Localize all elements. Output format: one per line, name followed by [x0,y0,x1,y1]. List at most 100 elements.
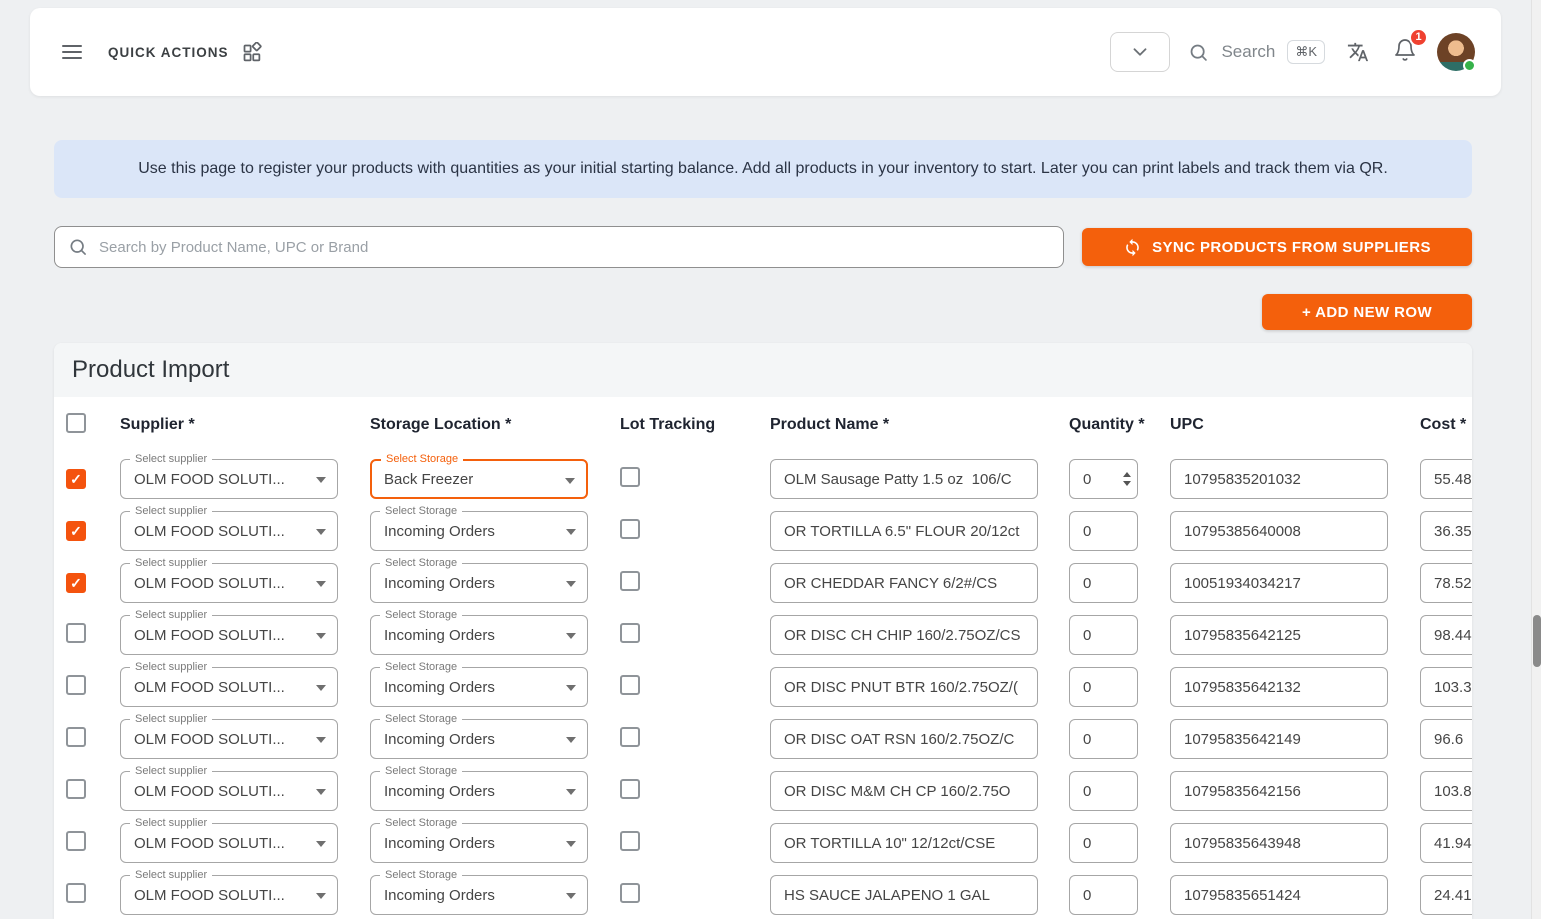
row-select-checkbox[interactable] [66,573,86,593]
lot-tracking-checkbox[interactable] [620,622,640,643]
search-shortcut-badge: ⌘K [1287,40,1325,64]
product-name-input[interactable] [770,667,1038,707]
product-name-input[interactable] [770,459,1038,499]
supplier-select[interactable]: Select supplier OLM FOOD SOLUTI... [120,504,338,551]
quantity-input[interactable] [1069,771,1138,811]
product-name-input[interactable] [770,875,1038,915]
upc-input[interactable] [1170,719,1388,759]
row-select-checkbox[interactable] [66,521,86,541]
table-row: Select supplier OLM FOOD SOLUTI... Selec… [54,556,1472,609]
cost-input[interactable] [1420,563,1472,603]
storage-select[interactable]: Select Storage Incoming Orders [370,504,588,551]
notifications-button[interactable]: 1 [1391,27,1428,69]
product-name-input[interactable] [770,823,1038,863]
supplier-select[interactable]: Select supplier OLM FOOD SOLUTI... [120,868,338,915]
hamburger-icon [62,45,82,59]
scrollbar-thumb[interactable] [1533,615,1541,667]
cost-input[interactable] [1420,719,1472,759]
lot-tracking-checkbox[interactable] [620,830,640,851]
select-all-checkbox[interactable] [66,412,86,433]
quantity-input[interactable] [1069,667,1138,707]
upc-input[interactable] [1170,511,1388,551]
product-name-input[interactable] [770,615,1038,655]
cost-input[interactable] [1420,615,1472,655]
supplier-select[interactable]: Select supplier OLM FOOD SOLUTI... [120,712,338,759]
lot-tracking-checkbox[interactable] [620,882,640,903]
quantity-input[interactable] [1069,719,1138,759]
upc-input[interactable] [1170,563,1388,603]
supplier-select[interactable]: Select supplier OLM FOOD SOLUTI... [120,608,338,655]
cost-input[interactable] [1420,875,1472,915]
row-select-checkbox[interactable] [66,622,86,643]
stepper-down-icon[interactable] [1123,481,1131,486]
topbar-dropdown-button[interactable] [1110,32,1171,72]
add-new-row-button[interactable]: + ADD NEW ROW [1262,294,1472,330]
row-select-checkbox[interactable] [66,674,86,695]
hamburger-menu-button[interactable] [56,36,88,68]
upc-input[interactable] [1170,823,1388,863]
quantity-input[interactable] [1069,615,1138,655]
storage-select-value: Incoming Orders [384,574,495,592]
table-header-row: Supplier * Storage Location * Lot Tracki… [54,397,1472,453]
lot-tracking-checkbox[interactable] [620,518,640,539]
quick-actions-button[interactable]: QUICK ACTIONS [108,41,262,63]
row-select-checkbox[interactable] [66,882,86,903]
quantity-stepper[interactable] [1123,472,1131,486]
lot-tracking-checkbox[interactable] [620,570,640,591]
supplier-select[interactable]: Select supplier OLM FOOD SOLUTI... [120,452,338,499]
lot-tracking-checkbox[interactable] [620,466,640,487]
product-name-input[interactable] [770,719,1038,759]
supplier-select[interactable]: Select supplier OLM FOOD SOLUTI... [120,764,338,811]
lot-tracking-checkbox[interactable] [620,778,640,799]
col-header-upc: UPC [1170,416,1204,433]
page-scrollbar[interactable] [1531,0,1541,919]
stepper-up-icon[interactable] [1123,472,1131,477]
lot-tracking-checkbox[interactable] [620,726,640,747]
quantity-input[interactable] [1069,511,1138,551]
storage-select[interactable]: Select Storage Incoming Orders [370,556,588,603]
quantity-input[interactable] [1069,875,1138,915]
avatar[interactable] [1437,33,1476,72]
product-name-input[interactable] [770,563,1038,603]
row-select-checkbox[interactable] [66,726,86,747]
row-select-checkbox[interactable] [66,469,86,489]
supplier-select[interactable]: Select supplier OLM FOOD SOLUTI... [120,660,338,707]
storage-select[interactable]: Select Storage Incoming Orders [370,712,588,759]
storage-select[interactable]: Select Storage Incoming Orders [370,608,588,655]
upc-input[interactable] [1170,771,1388,811]
cost-input[interactable] [1420,823,1472,863]
product-name-input[interactable] [770,771,1038,811]
storage-select[interactable]: Select Storage Incoming Orders [370,660,588,707]
storage-select[interactable]: Select Storage Incoming Orders [370,816,588,863]
upc-input[interactable] [1170,667,1388,707]
storage-select[interactable]: Select Storage Incoming Orders [370,764,588,811]
global-search-button[interactable]: Search ⌘K [1188,40,1325,64]
supplier-select[interactable]: Select supplier OLM FOOD SOLUTI... [120,556,338,603]
storage-select[interactable]: Select Storage Back Freezer [370,452,588,499]
cost-input[interactable] [1420,511,1472,551]
upc-input[interactable] [1170,875,1388,915]
quantity-input[interactable] [1069,563,1138,603]
row-select-checkbox[interactable] [66,778,86,799]
language-button[interactable] [1343,37,1373,67]
upc-input[interactable] [1170,615,1388,655]
info-banner: Use this page to register your products … [54,140,1472,198]
row-select-checkbox[interactable] [66,830,86,851]
lot-tracking-checkbox[interactable] [620,674,640,695]
upc-input[interactable] [1170,459,1388,499]
supplier-select-label: Select supplier [130,868,213,882]
cost-input[interactable] [1420,667,1472,707]
sync-button-label: SYNC PRODUCTS FROM SUPPLIERS [1152,238,1431,256]
storage-select[interactable]: Select Storage Incoming Orders [370,868,588,915]
table-row: Select supplier OLM FOOD SOLUTI... Selec… [54,868,1472,919]
supplier-select[interactable]: Select supplier OLM FOOD SOLUTI... [120,816,338,863]
sync-products-button[interactable]: SYNC PRODUCTS FROM SUPPLIERS [1082,228,1472,266]
product-name-input[interactable] [770,511,1038,551]
quantity-input[interactable] [1069,823,1138,863]
product-search-input[interactable] [97,237,1050,257]
cost-input[interactable] [1420,771,1472,811]
supplier-select-label: Select supplier [130,660,213,674]
cost-input[interactable] [1420,459,1472,499]
storage-select-label: Select Storage [380,868,463,882]
supplier-select-value: OLM FOOD SOLUTI... [134,730,285,748]
